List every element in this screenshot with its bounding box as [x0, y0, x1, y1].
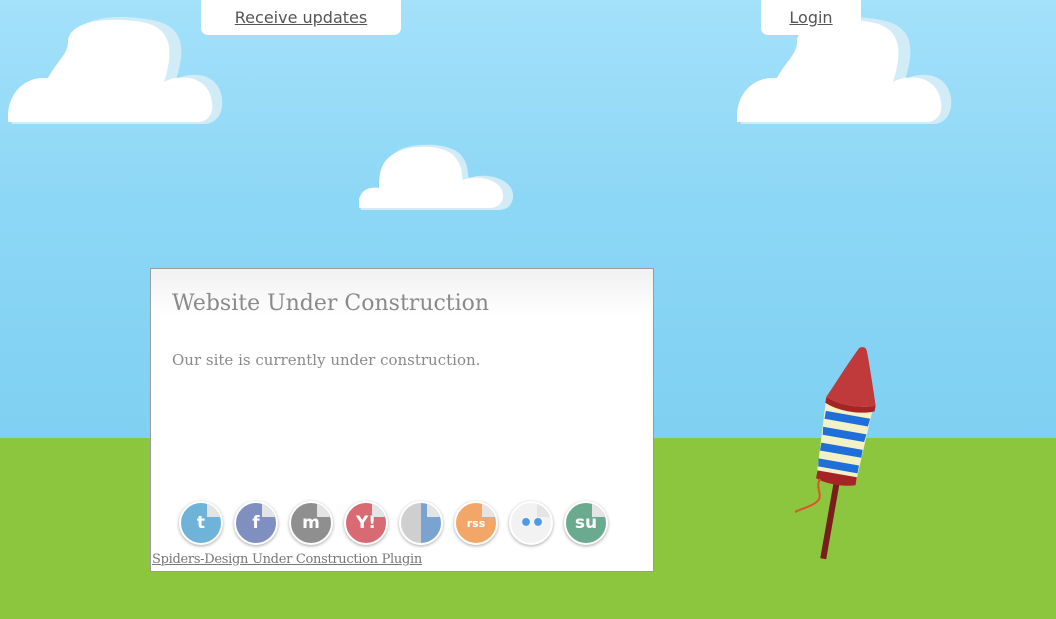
yahoo-glyph: Y! [355, 513, 377, 533]
construction-message: Our site is currently under construction… [172, 351, 481, 369]
rss-icon[interactable]: rss [454, 501, 498, 545]
facebook-glyph: f [252, 513, 260, 533]
cloud-middle [359, 144, 514, 210]
page-title: Website Under Construction [172, 291, 490, 316]
stumbleupon-glyph: su [574, 513, 598, 533]
stumbleupon-icon[interactable]: su [564, 501, 608, 545]
firework-rocket-illustration [795, 347, 876, 560]
rss-glyph: rss [466, 516, 486, 530]
yahoo-icon[interactable]: Y! [344, 501, 388, 545]
social-icons: t f m Y! rss •• su [179, 501, 608, 545]
receive-updates-button[interactable]: Receive updates [201, 0, 401, 35]
myspace-icon[interactable]: m [289, 501, 333, 545]
facebook-icon[interactable]: f [234, 501, 278, 545]
myspace-glyph: m [302, 513, 320, 533]
delicious-icon[interactable] [399, 501, 443, 545]
login-button[interactable]: Login [761, 0, 861, 35]
plugin-link[interactable]: Spiders-Design Under Construction Plugin [152, 552, 422, 567]
flickr-icon[interactable]: •• [509, 501, 553, 545]
twitter-glyph: t [196, 513, 206, 533]
twitter-icon[interactable]: t [179, 501, 223, 545]
cloud-left [8, 17, 223, 124]
flickr-glyph: •• [518, 510, 545, 536]
construction-panel: Website Under Construction Our site is c… [150, 268, 654, 572]
